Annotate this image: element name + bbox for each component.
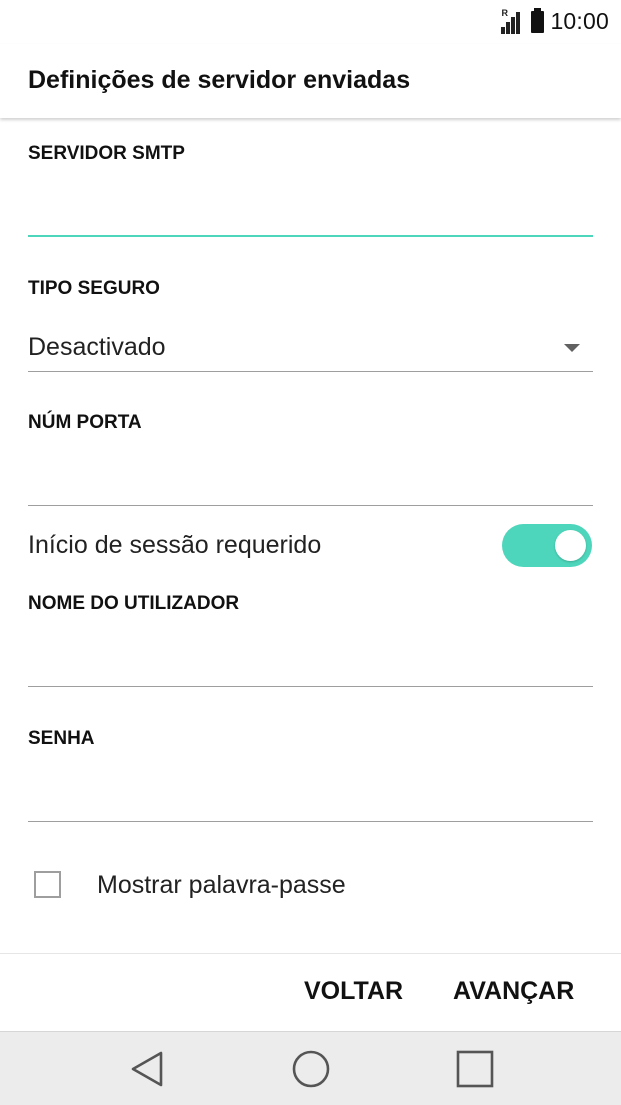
square-recent-icon — [456, 1050, 494, 1087]
password-underline — [28, 821, 593, 822]
app-header: Definições de servidor enviadas — [0, 44, 621, 118]
battery-icon — [531, 7, 545, 33]
username-label: NOME DO UTILIZADOR — [28, 593, 240, 614]
nav-recent-button[interactable] — [435, 1032, 515, 1105]
dropdown-arrow-icon[interactable] — [564, 344, 580, 352]
actions-divider — [0, 953, 621, 954]
circle-home-icon — [292, 1050, 330, 1087]
port-number-underline — [28, 505, 593, 506]
show-password-label[interactable]: Mostrar palavra-passe — [97, 871, 346, 900]
toggle-knob — [555, 530, 586, 561]
password-input[interactable] — [28, 775, 593, 815]
page-title: Definições de servidor enviadas — [28, 66, 411, 94]
show-password-checkbox[interactable] — [34, 871, 61, 898]
username-input[interactable] — [28, 641, 593, 681]
status-bar: R 10:00 — [0, 0, 621, 44]
port-number-label: NÚM PORTA — [28, 412, 142, 433]
password-label: SENHA — [28, 728, 95, 749]
security-type-select[interactable]: Desactivado — [28, 333, 166, 362]
username-underline — [28, 686, 593, 687]
security-type-underline — [28, 371, 593, 372]
status-icons: R 10:00 — [501, 7, 609, 35]
nav-back-button[interactable] — [107, 1032, 187, 1105]
signal-icon: R — [501, 7, 525, 34]
next-button[interactable]: AVANÇAR — [453, 977, 574, 1006]
navigation-bar — [0, 1031, 621, 1105]
smtp-server-input[interactable] — [28, 190, 593, 230]
login-required-label: Início de sessão requerido — [28, 531, 322, 559]
triangle-back-icon — [131, 1051, 163, 1086]
login-required-toggle[interactable] — [502, 524, 592, 567]
back-button[interactable]: VOLTAR — [304, 977, 403, 1006]
smtp-server-label: SERVIDOR SMTP — [28, 143, 185, 164]
security-type-label: TIPO SEGURO — [28, 278, 160, 299]
roaming-indicator: R — [501, 7, 508, 18]
clock: 10:00 — [550, 8, 609, 34]
smtp-server-underline — [28, 235, 593, 237]
nav-home-button[interactable] — [271, 1032, 351, 1105]
port-number-input[interactable] — [28, 460, 593, 500]
